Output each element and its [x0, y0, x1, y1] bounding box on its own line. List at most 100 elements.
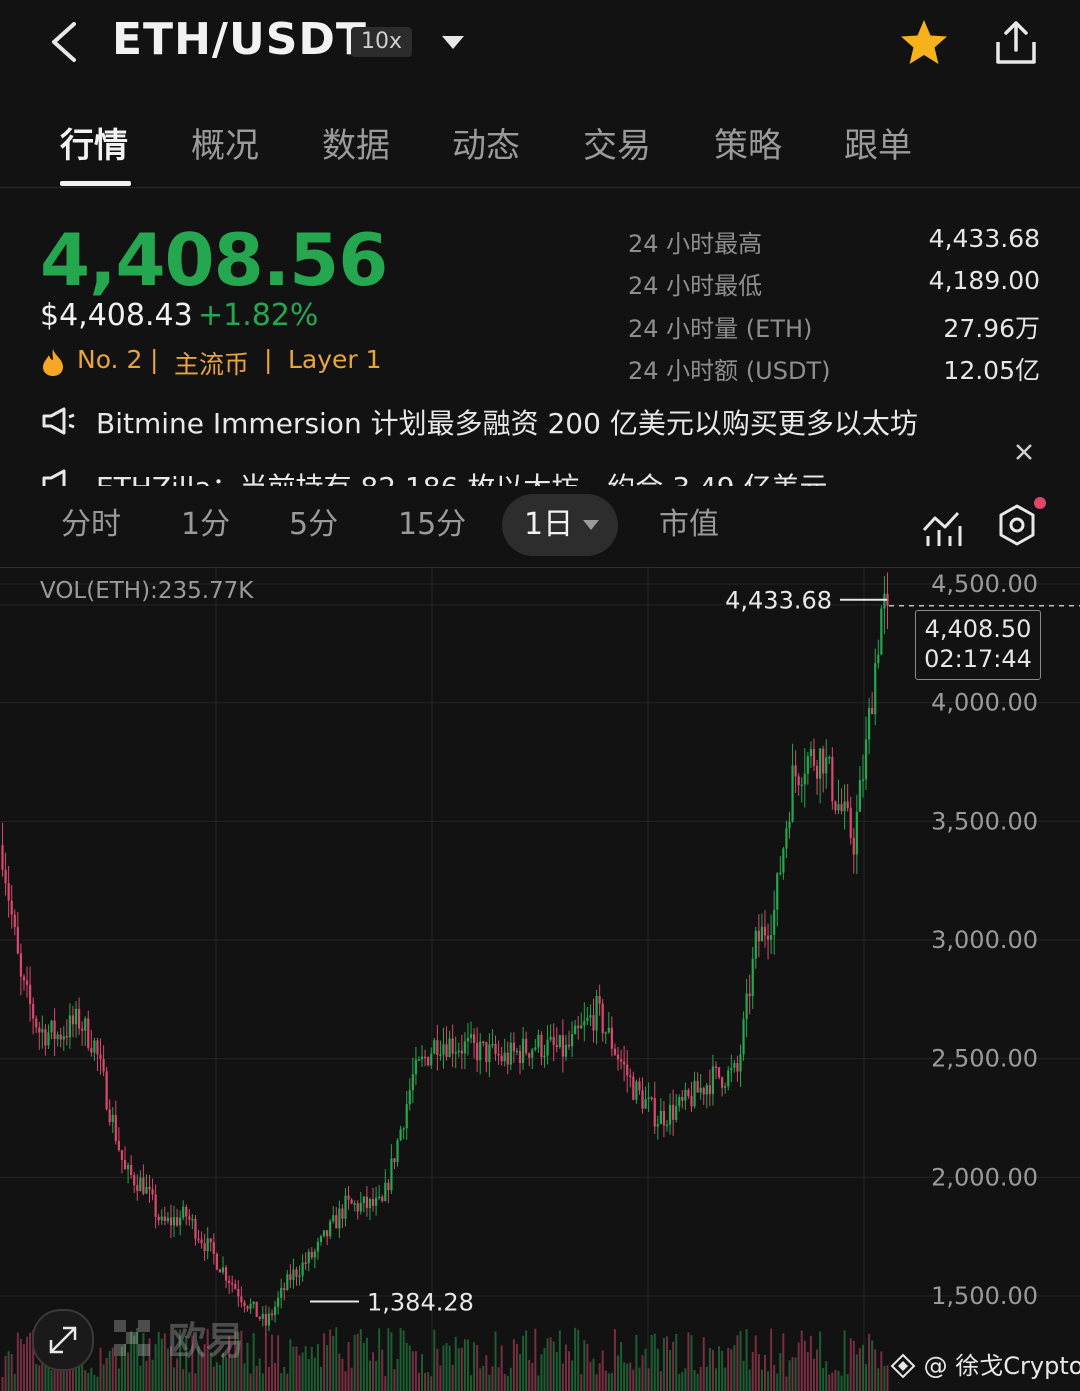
news-item[interactable]: Bitmine Immersion 计划最多融资 200 亿美元以购买更多以太坊	[96, 404, 918, 442]
stat-value-24h-turnover: 12.05亿	[943, 356, 1040, 385]
stat-label-24h-volume: 24 小时量 (ETH)	[628, 315, 813, 343]
candle-body	[344, 1195, 347, 1219]
candle-body	[384, 1182, 387, 1201]
volume-bar	[785, 1376, 788, 1391]
candle-body	[197, 1238, 200, 1241]
volume-bar	[586, 1343, 589, 1391]
news-close-button[interactable]	[1008, 436, 1040, 468]
volume-bar	[613, 1329, 616, 1391]
candle-body	[472, 1034, 476, 1043]
fullscreen-button[interactable]	[32, 1309, 94, 1371]
candle-body	[1, 845, 4, 870]
volume-bar	[1, 1376, 4, 1391]
volume-bar	[846, 1373, 849, 1391]
candle-body	[188, 1216, 191, 1220]
tab-data[interactable]: 数据	[322, 118, 390, 188]
volume-bar	[595, 1374, 598, 1391]
category-tag[interactable]: 主流币	[174, 345, 249, 381]
indicator-button[interactable]	[920, 504, 964, 548]
volume-bar	[402, 1330, 405, 1391]
candle-body	[567, 1044, 571, 1047]
candle-body	[77, 1008, 81, 1029]
candle-body	[163, 1216, 166, 1222]
okx-logo-icon: 欧易	[114, 1319, 244, 1363]
candle-body	[405, 1104, 408, 1129]
volume-bar	[574, 1327, 577, 1391]
candlestick-chart[interactable]: 4,500.00 4,000.00 3,500.00 3,000.00 2,500.00…	[0, 567, 1080, 1391]
interval-1m[interactable]: 1分	[181, 494, 230, 556]
current-price-box[interactable]: 4,408.50 02:17:44	[915, 610, 1041, 680]
candle-body	[96, 1040, 99, 1055]
tab-feed[interactable]: 动态	[452, 118, 520, 188]
candle-body	[880, 608, 883, 655]
volume-bar	[555, 1351, 558, 1391]
back-icon	[52, 22, 76, 62]
candle-body	[515, 1050, 519, 1053]
interval-1d[interactable]: 1日	[502, 494, 618, 556]
volume-bar	[359, 1328, 362, 1391]
back-button[interactable]	[40, 14, 96, 70]
candle-body	[221, 1267, 225, 1273]
volume-bar	[372, 1352, 375, 1391]
tab-copy-trading[interactable]: 跟单	[844, 118, 912, 188]
candle-body	[454, 1052, 457, 1054]
interval-market-cap[interactable]: 市值	[659, 494, 719, 556]
fire-icon	[40, 347, 66, 383]
separator: |	[264, 345, 273, 374]
interval-15m[interactable]: 15分	[398, 494, 466, 556]
pair-dropdown-button[interactable]	[438, 30, 468, 54]
interval-timeshare[interactable]: 分时	[61, 494, 121, 556]
volume-bar	[338, 1353, 341, 1391]
volume-bar	[837, 1371, 840, 1391]
candle-body	[837, 804, 840, 811]
tab-strategy[interactable]: 策略	[714, 118, 782, 188]
news-item[interactable]: ETHZilla：当前持有 82,186 枚以太坊，约合 3.49 亿美元	[96, 466, 827, 486]
candle-body	[877, 654, 880, 664]
volume-bar	[757, 1354, 760, 1391]
low-marker-label: 1,384.28	[367, 1288, 474, 1316]
tab-trade[interactable]: 交易	[583, 118, 651, 188]
share-button[interactable]	[988, 16, 1044, 72]
candle-body	[252, 1301, 255, 1305]
candle-body	[65, 1036, 68, 1038]
candle-body	[500, 1055, 503, 1062]
candle-body	[237, 1288, 240, 1297]
candle-body	[126, 1165, 130, 1170]
candle-body	[335, 1215, 338, 1229]
volume-bar	[684, 1368, 687, 1391]
rank-badge[interactable]: No. 2	[77, 345, 142, 374]
volume-bar	[528, 1359, 531, 1391]
tab-market[interactable]: 行情	[60, 118, 128, 188]
volume-bar	[102, 1364, 105, 1391]
layer-tag[interactable]: Layer 1	[288, 345, 382, 374]
volume-bar	[748, 1369, 751, 1391]
candle-body	[595, 995, 598, 1031]
volume-bar	[7, 1351, 10, 1391]
volume-bar	[289, 1339, 292, 1391]
volume-bar	[485, 1355, 488, 1391]
favorite-button[interactable]	[896, 16, 952, 72]
volume-bar	[117, 1368, 120, 1391]
volume-bar	[666, 1336, 668, 1391]
volume-bar	[188, 1372, 191, 1391]
candle-body	[727, 1070, 730, 1087]
candle-body	[298, 1275, 301, 1278]
candle-body	[641, 1090, 644, 1109]
volume-bar	[773, 1364, 776, 1391]
volume-bar	[4, 1355, 7, 1391]
interval-5m[interactable]: 5分	[289, 494, 338, 556]
volume-bar	[457, 1348, 460, 1391]
tab-overview[interactable]: 概况	[191, 118, 259, 188]
pair-title[interactable]: ETH/USDT	[112, 14, 367, 65]
news-ticker[interactable]: Bitmine Immersion 计划最多融资 200 亿美元以购买更多以太坊…	[40, 404, 980, 486]
volume-bar	[880, 1351, 883, 1391]
candle-body	[840, 804, 843, 812]
chart-settings-button[interactable]	[994, 502, 1040, 548]
volume-bar	[589, 1361, 592, 1391]
candle-body	[47, 1032, 50, 1046]
candle-body	[133, 1174, 136, 1186]
candle-body	[564, 1044, 568, 1057]
candle-body	[607, 1027, 610, 1033]
candle-body	[28, 984, 32, 1004]
volume-bar	[727, 1347, 730, 1391]
